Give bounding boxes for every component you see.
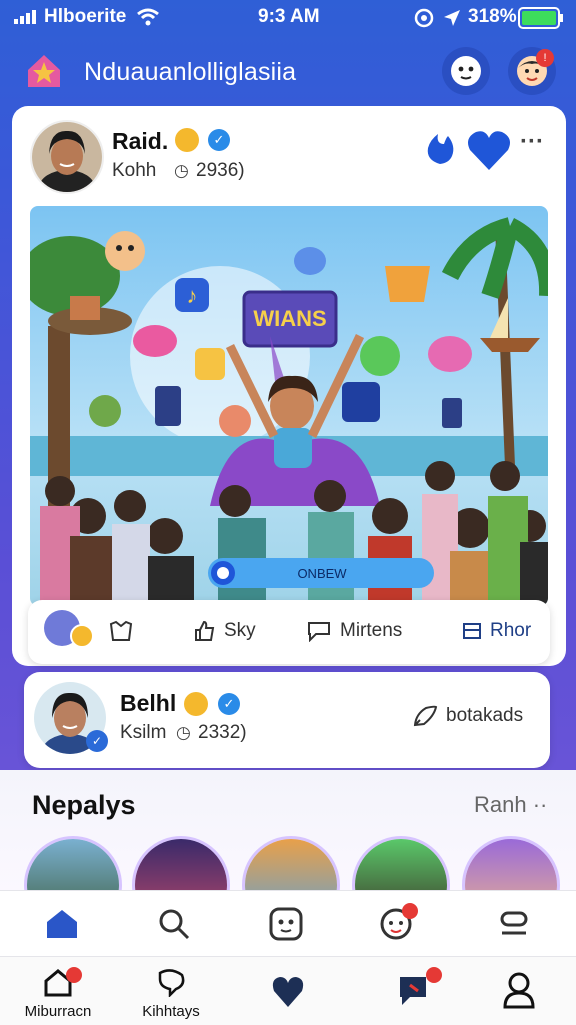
verified-avatar-icon: ✓: [86, 730, 108, 752]
section-link[interactable]: Ranh ··: [474, 792, 547, 818]
face-icon: [269, 907, 303, 941]
cartoon-crowd-image: WIANS ♪ ONBEW: [30, 206, 548, 606]
chat-bubble-icon: [158, 969, 185, 997]
heart-icon: [272, 977, 304, 1007]
status-bar: Hlboerite 9:3 AM 318%: [0, 0, 576, 36]
home-badge: [66, 967, 82, 983]
post2-action[interactable]: botakads: [412, 704, 523, 728]
person-portrait-icon: [32, 122, 102, 192]
svg-text:♪: ♪: [187, 283, 198, 308]
post-card-2: ✓ Belhl ✓ Ksilm ◷ 2332) botakads: [24, 672, 550, 768]
nav-explore[interactable]: Kihhtays: [130, 967, 212, 1023]
comment-label: Mirtens: [340, 620, 403, 641]
nav-profile[interactable]: [502, 971, 536, 1011]
nav-heart[interactable]: [270, 975, 306, 1011]
location-icon: [444, 10, 460, 26]
tab-search[interactable]: [154, 905, 194, 943]
image-button-label: ONBEW: [297, 566, 347, 581]
share-label: Rhor: [490, 620, 532, 641]
bag-icon[interactable]: [108, 618, 134, 644]
sign-text: WIANS: [253, 306, 326, 331]
person-icon: [503, 972, 535, 1009]
notifications-button[interactable]: !: [508, 47, 556, 95]
verified-icon: ✓: [218, 693, 240, 715]
author-name-2[interactable]: Belhl: [120, 690, 176, 717]
like-label: Sky: [224, 620, 256, 641]
reaction-badge-icon: [70, 624, 94, 648]
search-icon: [159, 909, 190, 940]
verified-icon: ✓: [208, 129, 230, 151]
tab-face[interactable]: [266, 905, 306, 943]
carrier-label: Hlboerite: [44, 6, 127, 27]
face-icon: [451, 56, 481, 86]
share-box-icon: [463, 623, 481, 639]
messages-badge: [426, 967, 442, 983]
clock: 9:3 AM: [258, 6, 320, 27]
gold-badge-icon: [175, 128, 199, 152]
notification-badge: !: [536, 49, 554, 67]
post-action-bar: Sky Mirtens Rhor: [28, 600, 550, 664]
nav-home-label: Miburracn: [24, 1003, 92, 1020]
more-options-icon[interactable]: ···: [520, 128, 544, 156]
author-avatar[interactable]: [30, 120, 104, 194]
stories-section: Nepalys Ranh ··: [0, 770, 576, 934]
app-title: Nduauanlolliglasiia: [84, 58, 297, 86]
post-image[interactable]: WIANS ♪ ONBEW: [30, 206, 548, 606]
home-icon: [47, 910, 77, 938]
author-name[interactable]: Raid.: [112, 128, 168, 155]
tab-chat[interactable]: [376, 903, 418, 943]
signal-icon: [14, 10, 36, 24]
profile-button[interactable]: [442, 47, 490, 95]
wifi-icon: [137, 8, 159, 26]
like-action[interactable]: Sky: [194, 620, 256, 642]
post-count-2: 2332): [198, 722, 247, 743]
tab-bar: [0, 890, 576, 957]
battery-percent: 318%: [468, 6, 517, 27]
section-link-label: Ranh: [474, 792, 527, 817]
post2-action-label: botakads: [446, 705, 524, 726]
menu-icon: [500, 911, 528, 935]
gold-badge-icon: [184, 692, 208, 716]
battery-icon: [518, 7, 563, 29]
share-action[interactable]: Rhor: [462, 620, 531, 642]
tab-home[interactable]: [42, 905, 82, 943]
more-dots-icon: ··: [532, 792, 548, 817]
rocket-icon: [413, 705, 438, 727]
clock-icon: ◷: [174, 161, 189, 180]
author-subtitle: Kohh: [112, 160, 157, 181]
alarm-icon: [414, 8, 434, 28]
nav-messages[interactable]: [396, 967, 442, 1011]
clock-icon: ◷: [176, 723, 191, 742]
chat-badge: [402, 903, 418, 919]
comment-icon: [308, 622, 330, 642]
nav-explore-label: Kihhtays: [142, 1003, 200, 1020]
tab-menu[interactable]: [494, 905, 534, 943]
author-subtitle-2: Ksilm: [120, 722, 167, 743]
post-card: Raid. ✓ Kohh ◷ 2936) ··· WIANS ♪ ONBEW S…: [12, 106, 566, 666]
flame-like-icon[interactable]: [422, 130, 458, 166]
thumbs-up-icon: [195, 620, 215, 641]
app-header: Nduauanlolliglasiia !: [0, 40, 576, 102]
heart-icon[interactable]: [466, 128, 512, 172]
bottom-nav: Miburracn Kihhtays: [0, 956, 576, 1025]
comment-action[interactable]: Mirtens: [306, 620, 402, 642]
post-count: 2936): [196, 160, 245, 181]
section-title: Nepalys: [32, 790, 136, 820]
app-logo-icon[interactable]: [24, 52, 64, 90]
nav-home[interactable]: Miburracn: [22, 967, 94, 1023]
